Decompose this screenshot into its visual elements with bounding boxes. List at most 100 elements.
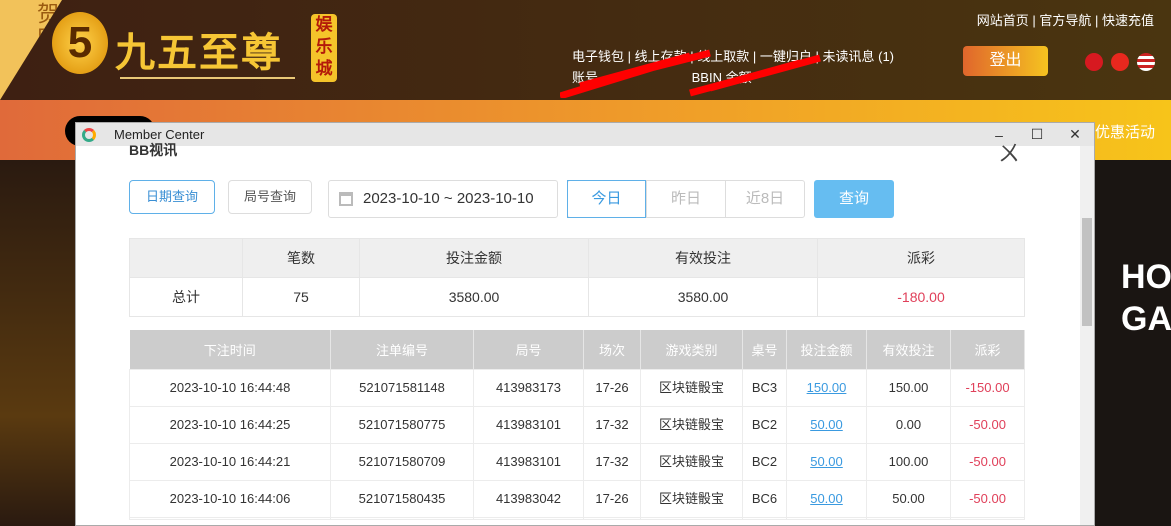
column-header: 下注时间 <box>129 330 331 369</box>
table-header-row: 下注时间 注单编号 局号 场次 游戏类别 桌号 投注金额 有效投注 派彩 <box>129 330 1025 369</box>
column-header: 场次 <box>583 330 641 369</box>
site-header: 贺中秋 5 九五至尊 娱乐城 网站首页 | 官方导航 | 快速充值 电子钱包 |… <box>0 0 1171 100</box>
tab-round-query[interactable]: 局号查询 <box>228 180 312 214</box>
quick-yesterday[interactable]: 昨日 <box>646 181 725 217</box>
bet-amount-link[interactable]: 50.00 <box>786 479 867 518</box>
table-cell: 413983101 <box>473 442 584 481</box>
link-home[interactable]: 网站首页 <box>977 13 1029 28</box>
logout-button[interactable]: 登出 <box>963 46 1048 76</box>
table-cell: BC6 <box>742 479 787 518</box>
table-cell: -150.00 <box>950 368 1025 407</box>
table-cell <box>640 516 743 520</box>
panel-close-icon[interactable]: ㄨ <box>998 136 1020 168</box>
column-header: 游戏类别 <box>640 330 743 369</box>
table-cell: 521071580435 <box>330 479 474 518</box>
table-cell <box>742 516 787 520</box>
column-header: 注单编号 <box>330 330 474 369</box>
close-button[interactable]: ✕ <box>1056 126 1094 143</box>
table-cell: 413983042 <box>473 479 584 518</box>
table-cell: 17-32 <box>583 442 641 481</box>
date-range-value: 2023-10-10 ~ 2023-10-10 <box>363 190 534 207</box>
summary-header: 派彩 <box>817 238 1025 278</box>
table-cell: 区块链骰宝 <box>640 442 743 481</box>
table-row <box>129 516 1025 520</box>
member-center-window: Member Center – ☐ ✕ BB视讯 ㄨ 日期查询 局号查询 202… <box>75 122 1095 526</box>
table-cell: -50.00 <box>950 479 1025 518</box>
table-cell: 413983101 <box>473 405 584 444</box>
summary-cell: 75 <box>242 277 360 317</box>
link-deposit[interactable]: 线上存款 <box>635 49 687 64</box>
table-row: 2023-10-10 16:44:06 521071580435 413983042… <box>129 479 1025 518</box>
table-cell: 17-26 <box>583 368 641 407</box>
table-cell <box>950 516 1025 520</box>
table-cell: BC2 <box>742 442 787 481</box>
scrollbar-thumb[interactable] <box>1082 218 1092 326</box>
link-recharge[interactable]: 快速充值 <box>1102 13 1154 28</box>
table-cell: 50.00 <box>866 479 951 518</box>
table-cell: 521071580709 <box>330 442 474 481</box>
bet-amount-link[interactable]: 150.00 <box>786 368 867 407</box>
column-header: 局号 <box>473 330 584 369</box>
link-transfer-all[interactable]: 一键归户 <box>760 49 812 64</box>
table-cell: 2023-10-10 16:44:48 <box>129 368 331 407</box>
table-cell: 2023-10-10 16:44:06 <box>129 479 331 518</box>
browser-icon <box>82 127 96 142</box>
window-content: BB视讯 ㄨ 日期查询 局号查询 2023-10-10 ~ 2023-10-10… <box>76 141 1094 525</box>
table-cell: 区块链骰宝 <box>640 405 743 444</box>
date-range-input[interactable]: 2023-10-10 ~ 2023-10-10 <box>328 180 558 218</box>
table-cell: 100.00 <box>866 442 951 481</box>
bet-details-table: 下注时间 注单编号 局号 场次 游戏类别 桌号 投注金额 有效投注 派彩 2023-10-10 … <box>129 330 1025 520</box>
bet-amount-link[interactable]: 50.00 <box>786 442 867 481</box>
table-cell: 0.00 <box>866 405 951 444</box>
table-cell: 521071580775 <box>330 405 474 444</box>
nav-promotions[interactable]: 优惠活动 <box>1095 121 1155 142</box>
logo-name[interactable]: 九五至尊 <box>115 20 283 78</box>
table-cell <box>330 516 474 520</box>
table-cell: -50.00 <box>950 405 1025 444</box>
table-cell: 17-32 <box>583 405 641 444</box>
tab-date-query[interactable]: 日期查询 <box>129 180 215 214</box>
table-cell <box>129 516 331 520</box>
cn-flag-icon[interactable] <box>1111 53 1129 71</box>
link-withdraw[interactable]: 线上取款 <box>697 49 749 64</box>
hk-flag-icon[interactable] <box>1085 53 1103 71</box>
logo-ornament <box>120 77 295 79</box>
column-header: 有效投注 <box>866 330 951 369</box>
quick-last-8-days[interactable]: 近8日 <box>725 181 804 217</box>
scrollbar[interactable] <box>1080 146 1094 525</box>
us-flag-icon[interactable] <box>1137 53 1155 71</box>
account-label: 账号 <box>572 70 599 85</box>
user-links: 电子钱包 | 线上存款 | 线上取款 | 一键归户 | 未读讯息 (1) 账号 … <box>572 49 895 85</box>
link-messages[interactable]: 未读讯息 (1) <box>823 49 895 64</box>
query-button[interactable]: 查询 <box>814 180 894 218</box>
bet-amount-link[interactable] <box>786 516 867 520</box>
panel-title: BB视讯 <box>129 142 178 158</box>
bet-amount-link[interactable]: 50.00 <box>786 405 867 444</box>
summary-cell: 3580.00 <box>359 277 589 317</box>
column-header: 桌号 <box>742 330 787 369</box>
window-titlebar: Member Center – ☐ ✕ <box>76 123 1094 146</box>
calendar-icon <box>339 192 353 206</box>
table-cell: 413983173 <box>473 368 584 407</box>
table-cell: 2023-10-10 16:44:25 <box>129 405 331 444</box>
link-navigation[interactable]: 官方导航 <box>1039 13 1091 28</box>
table-cell: 区块链骰宝 <box>640 479 743 518</box>
window-title: Member Center <box>114 127 205 142</box>
maximize-button[interactable]: ☐ <box>1018 126 1056 143</box>
table-cell <box>473 516 584 520</box>
top-links: 网站首页 | 官方导航 | 快速充值 <box>976 13 1154 28</box>
table-cell: BC2 <box>742 405 787 444</box>
summary-cell: 3580.00 <box>588 277 818 317</box>
hero-banner-left <box>0 160 75 526</box>
summary-header <box>129 238 243 278</box>
summary-header: 笔数 <box>242 238 360 278</box>
table-cell <box>866 516 951 520</box>
logo-tag: 娱乐城 <box>311 14 337 82</box>
balance-label: BBIN 余额 <box>691 70 752 85</box>
table-cell: 150.00 <box>866 368 951 407</box>
summary-header: 投注金额 <box>359 238 589 278</box>
quick-today[interactable]: 今日 <box>567 180 646 218</box>
link-wallet[interactable]: 电子钱包 <box>572 49 624 64</box>
logo-icon: 5 <box>52 12 108 74</box>
table-cell: 17-26 <box>583 479 641 518</box>
